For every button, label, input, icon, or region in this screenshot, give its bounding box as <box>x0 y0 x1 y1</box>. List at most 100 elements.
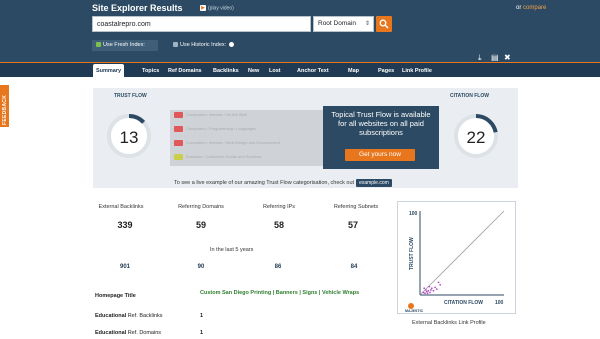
y-axis-label: TRUST FLOW <box>409 237 415 270</box>
scatter-point <box>434 286 436 289</box>
header-bar: Site Explorer Results ▶ (play video) or c… <box>0 0 600 62</box>
edu-backlinks-value: 1 <box>200 313 204 319</box>
stat-value-domains[interactable]: 59 <box>171 220 231 230</box>
category-badge <box>174 153 183 160</box>
feedback-tab[interactable]: FEEDBACK <box>0 85 9 127</box>
edu-backlinks-label: Educational Ref. Backlinks <box>95 313 163 319</box>
topical-trust-flow-promo: Topical Trust Flow is available for all … <box>323 106 439 169</box>
tab-ref-domains[interactable]: Ref Domains <box>168 65 202 77</box>
category-label: Computers / Programming / Languages <box>186 126 257 131</box>
edu-sub-label: Ref. Domains <box>127 330 162 336</box>
tab-link-profile[interactable]: Link Profile <box>402 65 432 77</box>
homepage-title-value: Custom San Diego Printing | Banners | Si… <box>200 290 360 296</box>
compare-area: or compare <box>516 5 546 11</box>
stat-label-subnets: Referring Subnets <box>333 204 379 210</box>
scatter-point <box>424 292 426 295</box>
get-yours-now-button[interactable]: Get yours now <box>345 149 415 161</box>
citation-flow-label: CITATION FLOW <box>450 93 489 99</box>
scatter-point <box>435 288 438 290</box>
edu-sub-label: Ref. Backlinks <box>127 313 163 319</box>
example-note: To see a live example of our amazing Tru… <box>174 179 392 187</box>
compare-link[interactable]: compare <box>523 5 546 11</box>
lock-icon <box>96 42 101 48</box>
tab-backlinks[interactable]: Backlinks <box>213 65 239 77</box>
scatter-point <box>423 287 426 290</box>
stat-value-ips[interactable]: 58 <box>249 220 309 230</box>
toolbar-icons: ⤓ ▤ ✖ <box>478 47 517 62</box>
tab-summary[interactable]: Summary <box>93 64 125 78</box>
fresh-index-toggle[interactable]: Use Fresh Index: <box>92 40 158 51</box>
stat-label-backlinks: External Backlinks <box>98 204 144 210</box>
domain-scope-select[interactable]: Root Domain ⇕ <box>313 16 374 32</box>
scatter-point <box>426 292 429 295</box>
stat-5y-backlinks[interactable]: 901 <box>95 264 155 270</box>
topical-categories-list: Computers / Internet / On the Web Comput… <box>170 110 325 166</box>
historic-index-label: Use Historic Index: <box>180 42 227 48</box>
link-profile-chart[interactable]: 100 100 TRUST FLOW CITATION FLOW MAJESTI… <box>397 201 516 314</box>
scatter-point <box>425 289 427 291</box>
search-button[interactable] <box>376 16 392 32</box>
category-badge <box>174 125 183 132</box>
example-link[interactable]: example.com <box>356 179 392 187</box>
stat-value-subnets[interactable]: 57 <box>323 220 383 230</box>
example-note-text: To see a live example of our amazing Tru… <box>174 180 355 186</box>
category-label: Business / Consumer Goods and Services <box>186 154 262 159</box>
scatter-point <box>427 289 430 292</box>
scatter-point <box>428 285 431 288</box>
link-profile-caption: External Backlinks Link Profile <box>412 320 486 326</box>
stat-label-ips: Referring IPs <box>262 204 296 210</box>
page-title: Site Explorer Results <box>92 3 183 13</box>
edu-domains-label: Educational Ref. Domains <box>95 330 161 336</box>
category-row: Computers / Internet / On the Web <box>174 111 247 119</box>
tab-pages[interactable]: Pages <box>378 65 394 77</box>
y-max-label: 100 <box>409 211 418 217</box>
trust-flow-value: 13 <box>119 128 139 147</box>
feedback-label: FEEDBACK <box>2 94 8 125</box>
scatter-point <box>430 289 432 291</box>
stat-5y-subnets[interactable]: 84 <box>324 264 384 270</box>
scatter-point <box>432 289 435 292</box>
scatter-point <box>429 291 431 294</box>
tab-new[interactable]: New <box>248 65 259 77</box>
play-video-link[interactable]: ▶ (play video) <box>200 5 234 11</box>
tab-map[interactable]: Map <box>348 65 359 77</box>
radio-dot-icon <box>229 42 235 48</box>
stat-5y-domains[interactable]: 90 <box>171 264 231 270</box>
trust-flow-label: TRUST FLOW <box>114 93 147 99</box>
url-input[interactable] <box>92 16 311 32</box>
edu-domains-value: 1 <box>200 330 204 336</box>
edu-label: Educational <box>95 313 127 319</box>
x-axis-label: CITATION FLOW <box>444 300 483 306</box>
stat-label-domains: Referring Domains <box>178 204 224 210</box>
category-label: Computers / Internet / On the Web <box>186 112 248 117</box>
scatter-point <box>430 287 433 290</box>
category-row: Computers / Internet / Web Design and De… <box>174 139 280 147</box>
download-icon[interactable]: ⤓ <box>478 54 486 62</box>
historic-index-toggle[interactable]: Use Historic Index: <box>169 40 247 51</box>
promo-text: Topical Trust Flow is available for all … <box>331 110 431 137</box>
edu-label: Educational <box>95 330 127 336</box>
scatter-point <box>422 291 425 294</box>
majestic-logo-text: MAJESTIC <box>405 309 424 313</box>
diagonal-line <box>419 210 505 296</box>
or-label: or <box>516 5 522 11</box>
category-label: Computers / Internet / Web Design and De… <box>186 140 280 145</box>
tab-anchor-text[interactable]: Anchor Text <box>297 65 329 77</box>
category-badge <box>174 111 183 118</box>
tab-lost[interactable]: Lost <box>269 65 281 77</box>
domain-scope-value: Root Domain <box>318 20 356 27</box>
category-row: Business / Consumer Goods and Services <box>174 153 261 161</box>
scatter-point <box>439 284 442 286</box>
scatter-point <box>425 290 428 293</box>
select-arrows-icon: ⇕ <box>364 21 370 27</box>
link-profile-plot: 100 100 TRUST FLOW CITATION FLOW MAJESTI… <box>405 210 505 313</box>
tools-icon[interactable]: ✖ <box>504 54 512 62</box>
stat-value-backlinks[interactable]: 339 <box>95 220 155 230</box>
tab-bar: Summary Topics Ref Domains Backlinks New… <box>0 62 600 78</box>
play-video-label: (play video) <box>208 5 234 12</box>
lock-icon <box>173 42 178 48</box>
tab-topics[interactable]: Topics <box>142 65 159 77</box>
bookmark-icon[interactable]: ▤ <box>491 54 499 62</box>
citation-flow-value: 22 <box>466 128 486 147</box>
stat-5y-ips[interactable]: 86 <box>248 264 308 270</box>
